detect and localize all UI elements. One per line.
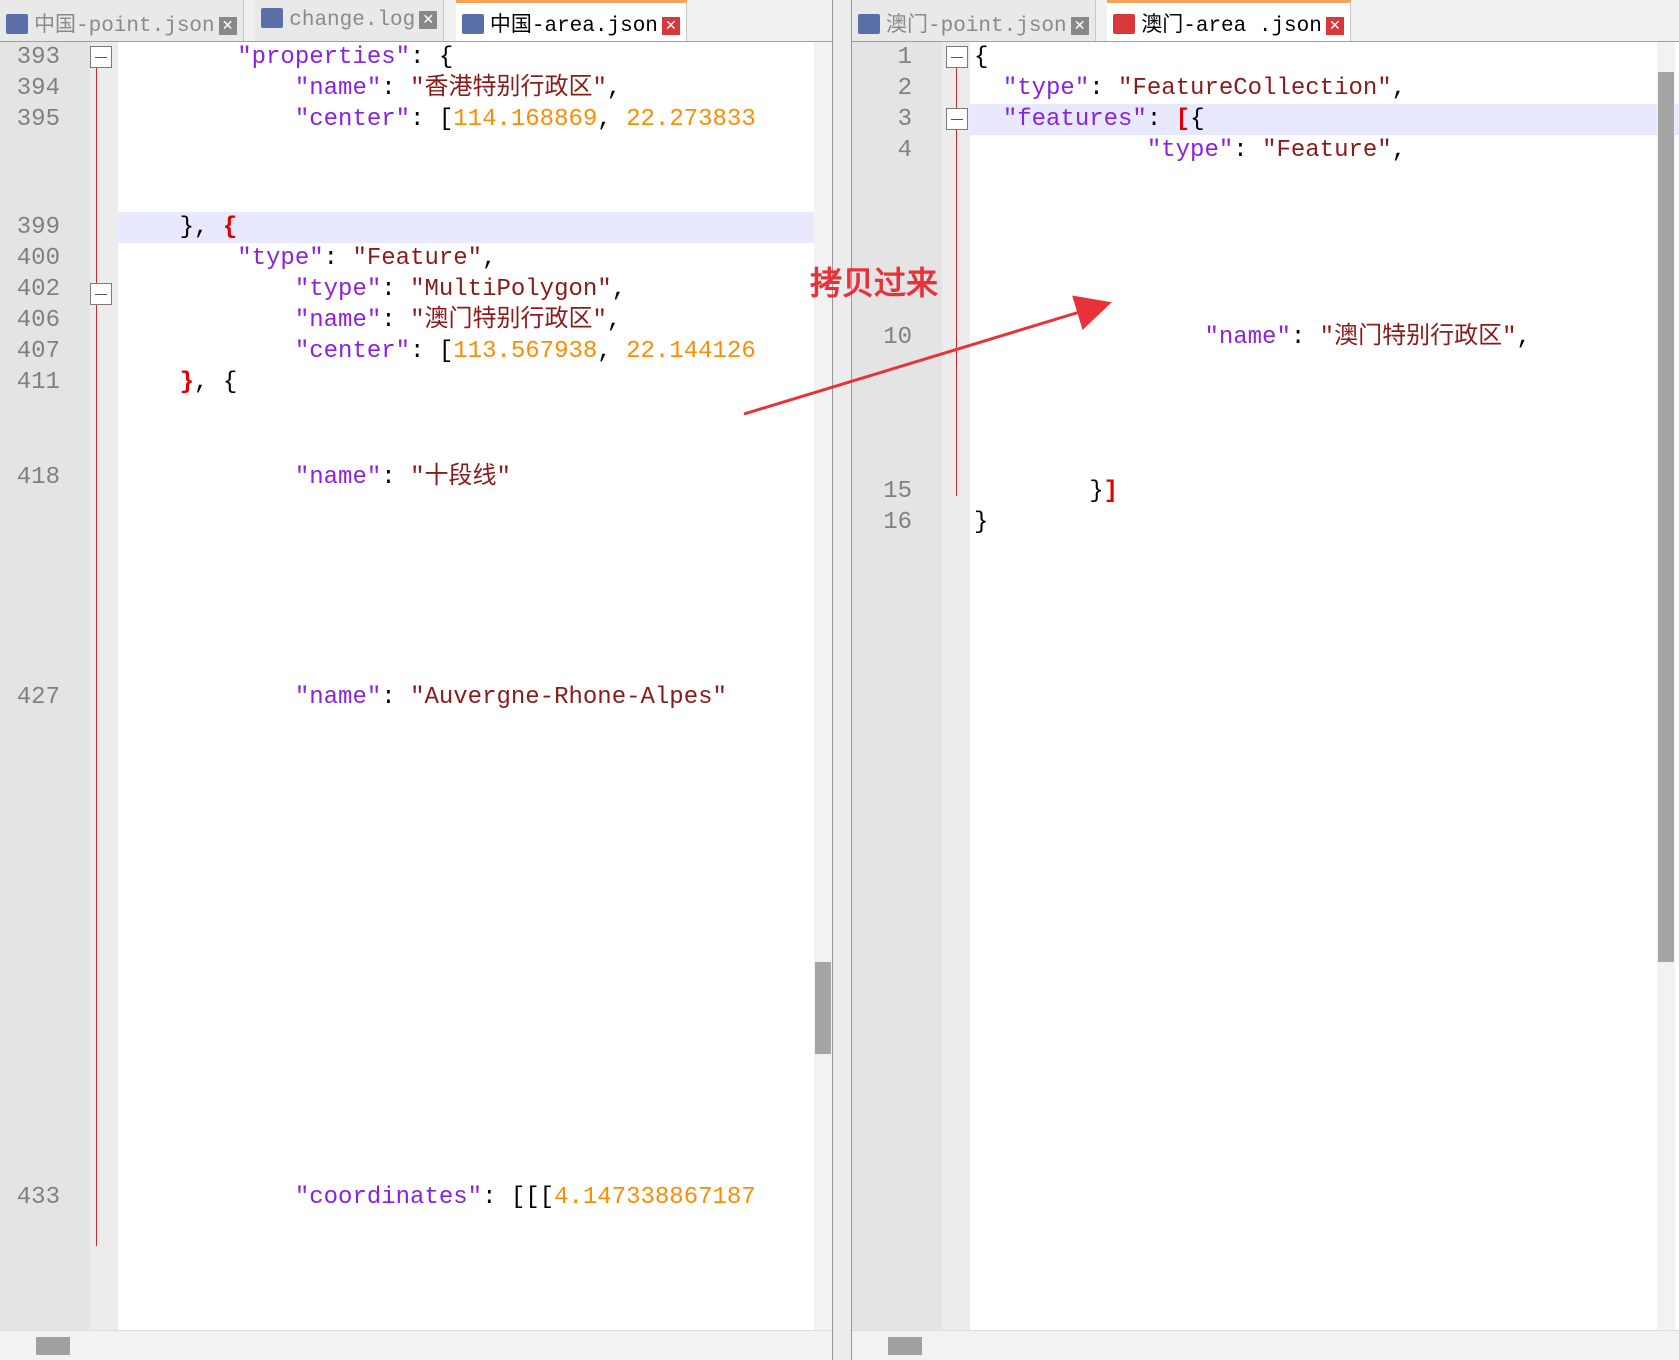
horizontal-scrollbar[interactable] — [852, 1330, 1679, 1360]
code-line: 411 }, { — [16, 369, 238, 396]
left-code-editor[interactable]: 393 "properties": { 394 "name": "香港特别行政区… — [0, 42, 832, 1330]
tab-macao-area-json[interactable]: 澳门-area .json ✕ — [1107, 0, 1351, 41]
code-line: 427 "name": "Auvergne-Rhone-Alpes" — [16, 684, 727, 711]
code-line: 10 "name": "澳门特别行政区", — [883, 324, 1531, 351]
save-file-icon — [261, 8, 284, 28]
right-code-editor[interactable]: 1{ 2 "type": "FeatureCollection", 3 "fea… — [852, 42, 1679, 1330]
code-line: 4 "type": "Feature", — [897, 137, 1407, 164]
close-tab-icon[interactable]: ✕ — [1070, 17, 1089, 35]
right-editor-pane: 澳门-point.json ✕ 澳门-area .json ✕ 1{ 2 "type… — [852, 0, 1679, 1360]
code-line: 3 "features": [{ — [897, 106, 1205, 133]
split-view-divider[interactable] — [832, 0, 852, 1360]
vertical-scrollbar[interactable] — [814, 42, 832, 1330]
code-line: 402 "type": "MultiPolygon", — [16, 276, 627, 303]
code-line: 406 "name": "澳门特别行政区", — [16, 307, 622, 334]
save-file-icon — [6, 14, 28, 34]
unsaved-file-icon — [1113, 14, 1136, 34]
save-file-icon — [858, 14, 880, 34]
right-tab-bar: 澳门-point.json ✕ 澳门-area .json ✕ — [852, 0, 1679, 42]
close-tab-icon[interactable]: ✕ — [419, 11, 438, 29]
code-line: 399 }, { — [16, 214, 238, 241]
code-line: 393 "properties": { — [16, 44, 454, 71]
tab-macao-point-json[interactable]: 澳门-point.json ✕ — [852, 0, 1096, 41]
code-line: 418 "name": "十段线" — [16, 464, 511, 491]
code-line: 2 "type": "FeatureCollection", — [897, 75, 1407, 102]
horizontal-scrollbar[interactable] — [0, 1330, 832, 1360]
close-tab-icon[interactable]: ✕ — [1325, 17, 1344, 35]
code-line: 15 }] — [883, 478, 1119, 505]
tab-change-log[interactable]: change.log ✕ — [255, 0, 445, 41]
line-number-gutter — [852, 42, 942, 1330]
code-line: 433 "coordinates": [[[4.147338867187 — [16, 1184, 756, 1211]
save-file-icon — [461, 14, 484, 34]
left-editor-pane: 中国-point.json ✕ change.log ✕ 中国-area.json ✕… — [0, 0, 832, 1360]
close-tab-icon[interactable]: ✕ — [218, 17, 237, 35]
copy-over-annotation: 拷贝过来 — [810, 264, 939, 302]
code-line: 16} — [883, 509, 989, 536]
scroll-thumb[interactable] — [815, 962, 831, 1054]
code-line: 400 "type": "Feature", — [16, 245, 497, 272]
code-line: 395 "center": [114.168869, 22.273833 — [16, 106, 756, 133]
left-tab-bar: 中国-point.json ✕ change.log ✕ 中国-area.json ✕ — [0, 0, 832, 42]
code-line: 1{ — [897, 44, 989, 71]
tab-china-point-json[interactable]: 中国-point.json ✕ — [0, 0, 244, 41]
scroll-thumb[interactable] — [888, 1337, 922, 1355]
scroll-thumb[interactable] — [1658, 72, 1674, 962]
vertical-scrollbar[interactable] — [1657, 42, 1675, 1330]
code-line: 407 "center": [113.567938, 22.144126 — [16, 338, 756, 365]
scroll-thumb[interactable] — [36, 1337, 70, 1355]
code-line: 394 "name": "香港特别行政区", — [16, 75, 622, 102]
tab-china-area-json[interactable]: 中国-area.json ✕ — [455, 0, 687, 41]
close-tab-icon[interactable]: ✕ — [661, 17, 680, 35]
